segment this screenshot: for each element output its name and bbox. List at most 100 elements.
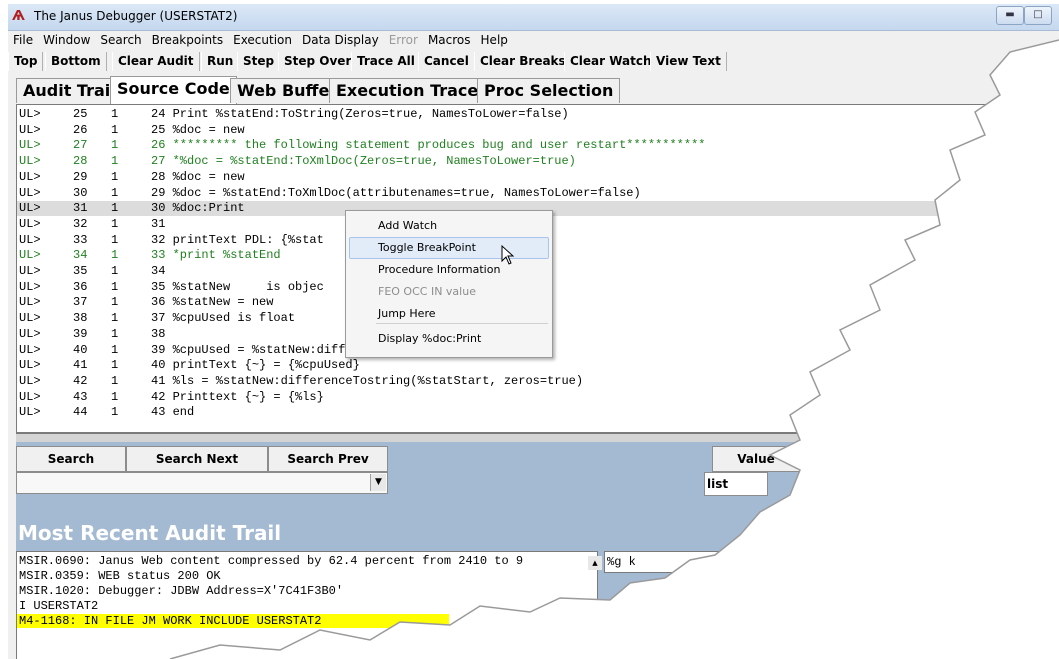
top-button[interactable]: Top <box>8 52 44 71</box>
source-row-level: 1 <box>111 326 119 341</box>
bottom-button[interactable]: Bottom <box>45 52 107 71</box>
source-row-code: 38 <box>151 326 166 341</box>
source-row-level: 1 <box>111 138 119 153</box>
audit-trail-pane[interactable]: MSIR.0690: Janus Web content compressed … <box>16 551 598 659</box>
source-row-code: 27 *%doc = %statEnd:ToXmlDoc(Zeros=true,… <box>151 154 576 169</box>
menu-item-add-watch[interactable]: Add Watch <box>378 219 437 232</box>
audit-line: MSIR.0359: WEB status 200 OK <box>19 569 221 583</box>
source-row[interactable]: UL> 41 1 40 printText {~} = {%cpuUsed} <box>17 358 1059 373</box>
view-text-button[interactable]: View Text <box>650 52 727 71</box>
source-row[interactable]: UL> 28 1 27 *%doc = %statEnd:ToXmlDoc(Zeros… <box>17 154 1059 169</box>
source-row-line: 33 <box>73 232 88 247</box>
tab-proc-selection[interactable]: Proc Selection <box>477 78 621 103</box>
tab-strip: Audit Trail Source Code Web Buffer Execu… <box>8 75 1059 104</box>
source-row-level: 1 <box>111 342 119 357</box>
source-row-line: 30 <box>73 185 88 200</box>
clear-audit-button[interactable]: Clear Audit <box>112 52 200 71</box>
source-row-tag: UL> <box>19 342 41 357</box>
menu-item-jump-here[interactable]: Jump Here <box>378 307 436 320</box>
source-row-level: 1 <box>111 248 119 263</box>
menu-help[interactable]: Help <box>476 31 513 47</box>
source-row-tag: UL> <box>19 373 41 388</box>
source-row[interactable]: UL> 44 1 43 end <box>17 405 1059 420</box>
menu-item-display-doc-print[interactable]: Display %doc:Print <box>378 332 481 345</box>
source-row-level: 1 <box>111 216 119 231</box>
minimize-button[interactable]: ▬ <box>996 6 1024 25</box>
source-row-line: 32 <box>73 216 88 231</box>
menu-item-toggle-breakpoint[interactable]: Toggle BreakPoint <box>378 241 476 254</box>
cancel-button[interactable]: Cancel <box>418 52 475 71</box>
source-row-code: 34 <box>151 264 166 278</box>
menu-macros[interactable]: Macros <box>423 31 476 47</box>
menu-window[interactable]: Window <box>38 31 95 47</box>
menu-execution[interactable]: Execution <box>228 31 297 47</box>
tab-web-buffer[interactable]: Web Buffer <box>230 78 345 103</box>
menu-search[interactable]: Search <box>95 31 146 47</box>
tab-audit-trail[interactable]: Audit Trail <box>16 78 123 103</box>
source-row-level: 1 <box>111 295 119 310</box>
source-row-code: 32 printText PDL: {%stat <box>151 232 324 247</box>
menu-error[interactable]: Error <box>384 31 423 47</box>
source-row-level: 1 <box>111 169 119 184</box>
source-row-code: 33 *print %statEnd <box>151 248 281 263</box>
maximize-button[interactable]: □ <box>1024 6 1052 25</box>
lower-panel: Search Search Next Search Prev ▼ Value l… <box>16 442 1059 659</box>
trace-all-button[interactable]: Trace All <box>351 52 421 71</box>
menu-item-procedure-information[interactable]: Procedure Information <box>378 263 500 276</box>
source-row-tag: UL> <box>19 264 41 278</box>
source-row-tag: UL> <box>19 326 41 341</box>
tab-execution-trace[interactable]: Execution Trace <box>329 78 486 103</box>
clear-breaks-button[interactable]: Clear Breaks <box>474 52 572 71</box>
source-row[interactable]: UL> 29 1 28 %doc = new <box>17 170 1059 185</box>
search-prev-button[interactable]: Search Prev <box>268 446 388 472</box>
window-title: The Janus Debugger (USERSTAT2) <box>34 9 238 23</box>
source-row-tag: UL> <box>19 358 41 373</box>
source-row-level: 1 <box>111 358 119 373</box>
audit-line: MSIR.0690: Janus Web content compressed … <box>19 554 524 568</box>
source-row-code: 35 %statNew is objec <box>151 279 324 294</box>
source-row-tag: UL> <box>19 295 41 310</box>
app-icon: Ѧ <box>12 9 25 24</box>
menu-separator <box>376 323 548 324</box>
watch-value-field[interactable]: list <box>704 472 768 496</box>
source-row-tag: UL> <box>19 311 41 326</box>
source-row-line: 44 <box>73 405 88 420</box>
source-row-line: 25 <box>73 107 88 121</box>
search-next-button[interactable]: Search Next <box>126 446 268 472</box>
scroll-up-icon[interactable]: ▲ <box>588 556 602 570</box>
source-row[interactable]: UL> 25 1 24 Print %statEnd:ToString(Zeros=t… <box>17 107 1059 122</box>
title-bar: Ѧ The Janus Debugger (USERSTAT2) ▬ □ <box>8 4 1059 31</box>
source-row-code: 42 Printtext {~} = {%ls} <box>151 389 324 404</box>
menu-item-feo-occ-in-value[interactable]: FEO OCC IN value <box>378 285 476 298</box>
source-row-line: 42 <box>73 373 88 388</box>
menu-file[interactable]: File <box>8 31 38 47</box>
source-row-tag: UL> <box>19 107 41 121</box>
menu-data-display[interactable]: Data Display <box>297 31 384 47</box>
source-row-code: 41 %ls = %statNew:differenceTostring(%st… <box>151 373 584 388</box>
source-row-line: 38 <box>73 311 88 326</box>
source-row[interactable]: UL> 42 1 41 %ls = %statNew:differenceTostri… <box>17 374 1059 389</box>
menu-breakpoints[interactable]: Breakpoints <box>147 31 228 47</box>
source-row-line: 39 <box>73 326 88 341</box>
run-button[interactable]: Run <box>201 52 240 71</box>
source-row-line: 41 <box>73 358 88 373</box>
source-row-level: 1 <box>111 232 119 247</box>
source-row[interactable]: UL> 27 1 26 ********* the following stateme… <box>17 138 1059 153</box>
source-row-code: 36 %statNew = new <box>151 295 274 310</box>
clear-watch-button[interactable]: Clear Watch <box>564 52 658 71</box>
tab-source-code[interactable]: Source Code <box>110 76 237 104</box>
audit-line: I USERSTAT2 <box>19 599 99 613</box>
source-row[interactable]: UL> 30 1 29 %doc = %statEnd:ToXmlDoc(attrib… <box>17 186 1059 201</box>
source-row[interactable]: UL> 43 1 42 Printtext {~} = {%ls} <box>17 390 1059 405</box>
step-button[interactable]: Step <box>237 52 281 71</box>
search-button[interactable]: Search <box>16 446 126 472</box>
chevron-down-icon[interactable]: ▼ <box>370 474 386 491</box>
source-row[interactable]: UL> 26 1 25 %doc = new <box>17 123 1059 138</box>
search-combo[interactable]: ▼ <box>16 472 388 494</box>
source-row-tag: UL> <box>19 201 41 216</box>
step-over-button[interactable]: Step Over <box>278 52 358 71</box>
value-button[interactable]: Value <box>712 446 800 472</box>
audit-right-field: %g k <box>604 551 748 573</box>
source-row-line: 27 <box>73 138 88 153</box>
source-row-code: 28 %doc = new <box>151 169 245 184</box>
